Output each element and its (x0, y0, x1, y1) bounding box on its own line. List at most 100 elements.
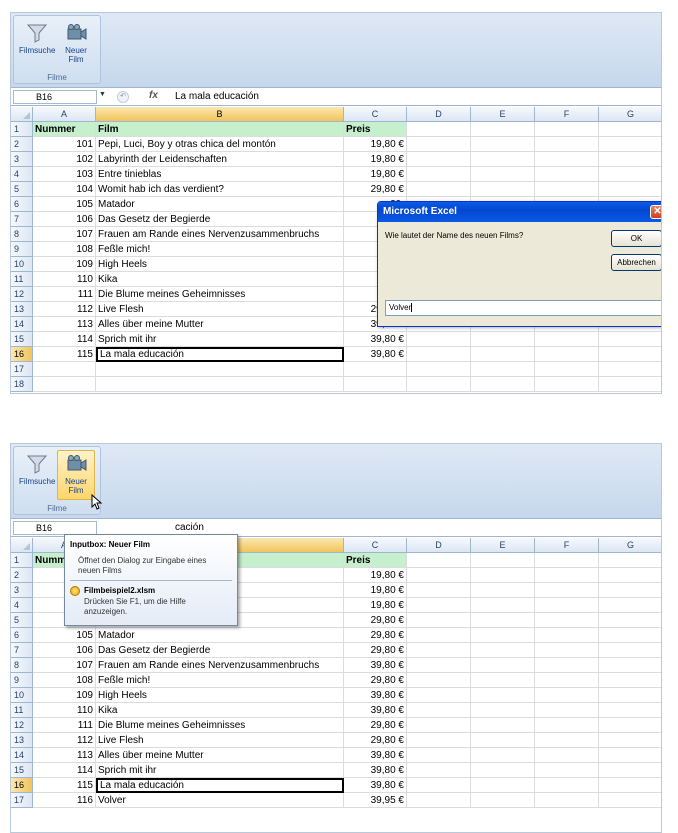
cell[interactable] (599, 152, 661, 167)
table-cell-film[interactable]: Feßle mich! (96, 673, 344, 688)
close-icon[interactable]: ✕ (650, 205, 661, 219)
cell[interactable] (599, 748, 661, 763)
table-cell-film[interactable]: Sprich mit ihr (96, 763, 344, 778)
row-header-8[interactable]: 8 (11, 658, 33, 673)
cell[interactable] (535, 778, 599, 793)
cell[interactable] (471, 377, 535, 392)
cell[interactable] (471, 658, 535, 673)
cell[interactable] (599, 122, 661, 137)
cell[interactable] (535, 643, 599, 658)
table-cell-preis[interactable]: 39,80 € (344, 347, 407, 362)
table-cell-film[interactable]: Frauen am Rande eines Nervenzusammenbruc… (96, 227, 344, 242)
column-header-g[interactable]: G (599, 107, 661, 122)
cell[interactable] (471, 718, 535, 733)
column-header-d[interactable]: D (407, 538, 471, 553)
cell[interactable] (471, 748, 535, 763)
row-header-4[interactable]: 4 (11, 598, 33, 613)
cell[interactable] (407, 182, 471, 197)
table-cell-nummer[interactable]: 104 (33, 182, 96, 197)
cell[interactable] (535, 377, 599, 392)
name-box[interactable]: B16 (13, 521, 97, 535)
row-header-7[interactable]: 7 (11, 643, 33, 658)
column-header-e[interactable]: E (471, 107, 535, 122)
table-cell-nummer[interactable]: 115 (33, 347, 96, 362)
select-all-corner[interactable] (11, 538, 33, 553)
table-cell-film[interactable]: Womit hab ich das verdient? (96, 182, 344, 197)
table-cell-preis[interactable]: 29,80 € (344, 718, 407, 733)
table-cell-nummer[interactable]: 107 (33, 227, 96, 242)
table-cell-preis[interactable] (344, 377, 407, 392)
table-cell-film[interactable]: La mala educación (96, 347, 344, 362)
table-cell-nummer[interactable]: 105 (33, 197, 96, 212)
cell[interactable] (599, 688, 661, 703)
table-cell-preis[interactable]: 29,80 € (344, 733, 407, 748)
cell[interactable] (471, 332, 535, 347)
cell[interactable] (599, 332, 661, 347)
table-cell-nummer[interactable]: 114 (33, 763, 96, 778)
row-header-4[interactable]: 4 (11, 167, 33, 182)
row-header-2[interactable]: 2 (11, 568, 33, 583)
cell[interactable] (535, 568, 599, 583)
cell[interactable] (599, 778, 661, 793)
column-header-a[interactable]: A (33, 107, 96, 122)
cell[interactable] (599, 628, 661, 643)
row-header-6[interactable]: 6 (11, 628, 33, 643)
table-cell-film[interactable]: Frauen am Rande eines Nervenzusammenbruc… (96, 658, 344, 673)
row-header-11[interactable]: 11 (11, 272, 33, 287)
table-cell-film[interactable]: Matador (96, 628, 344, 643)
cell[interactable] (407, 613, 471, 628)
table-cell-nummer[interactable]: 110 (33, 272, 96, 287)
row-header-17[interactable]: 17 (11, 793, 33, 808)
cell[interactable] (599, 553, 661, 568)
table-cell-film[interactable]: Labyrinth der Leidenschaften (96, 152, 344, 167)
table-cell-film[interactable]: Volver (96, 793, 344, 808)
table-cell-film[interactable]: Live Flesh (96, 302, 344, 317)
cell[interactable] (471, 733, 535, 748)
cell[interactable] (407, 583, 471, 598)
table-cell-preis[interactable]: 19,80 € (344, 137, 407, 152)
insert-function-button[interactable]: fx (149, 90, 158, 101)
table-cell-film[interactable]: Entre tinieblas (96, 167, 344, 182)
table-cell-nummer[interactable]: 106 (33, 212, 96, 227)
cell[interactable] (599, 377, 661, 392)
cell[interactable] (535, 703, 599, 718)
table-cell-preis[interactable]: 19,80 € (344, 568, 407, 583)
table-cell-nummer[interactable]: 111 (33, 287, 96, 302)
cell[interactable] (535, 347, 599, 362)
cell[interactable] (599, 167, 661, 182)
header-cell-preis[interactable]: Preis (344, 122, 407, 137)
table-cell-nummer[interactable] (33, 377, 96, 392)
row-header-16[interactable]: 16 (11, 778, 33, 793)
cell[interactable] (535, 152, 599, 167)
table-cell-preis[interactable]: 29,80 € (344, 643, 407, 658)
row-header-11[interactable]: 11 (11, 703, 33, 718)
row-header-14[interactable]: 14 (11, 317, 33, 332)
table-cell-film[interactable]: Sprich mit ihr (96, 332, 344, 347)
column-header-f[interactable]: F (535, 107, 599, 122)
cell[interactable] (535, 137, 599, 152)
cell[interactable] (471, 152, 535, 167)
cell[interactable] (471, 793, 535, 808)
row-header-17[interactable]: 17 (11, 362, 33, 377)
cell[interactable] (407, 658, 471, 673)
cell[interactable] (407, 137, 471, 152)
column-header-f[interactable]: F (535, 538, 599, 553)
cell[interactable] (535, 688, 599, 703)
table-cell-film[interactable]: High Heels (96, 688, 344, 703)
film-name-input[interactable]: Volver (385, 300, 661, 316)
formula-undo-icon[interactable]: ↶ (117, 91, 129, 103)
column-header-c[interactable]: C (344, 107, 407, 122)
cell[interactable] (599, 362, 661, 377)
table-cell-preis[interactable]: 39,80 € (344, 778, 407, 793)
neuer-film-button[interactable]: Neuer Film (57, 450, 95, 500)
table-cell-nummer[interactable]: 106 (33, 643, 96, 658)
row-header-2[interactable]: 2 (11, 137, 33, 152)
cell[interactable] (535, 718, 599, 733)
table-cell-nummer[interactable]: 110 (33, 703, 96, 718)
formula-input[interactable]: La mala educación (175, 90, 259, 104)
table-cell-nummer[interactable]: 109 (33, 257, 96, 272)
cell[interactable] (599, 347, 661, 362)
table-cell-preis[interactable]: 19,80 € (344, 167, 407, 182)
cell[interactable] (407, 332, 471, 347)
table-cell-preis[interactable]: 39,80 € (344, 763, 407, 778)
